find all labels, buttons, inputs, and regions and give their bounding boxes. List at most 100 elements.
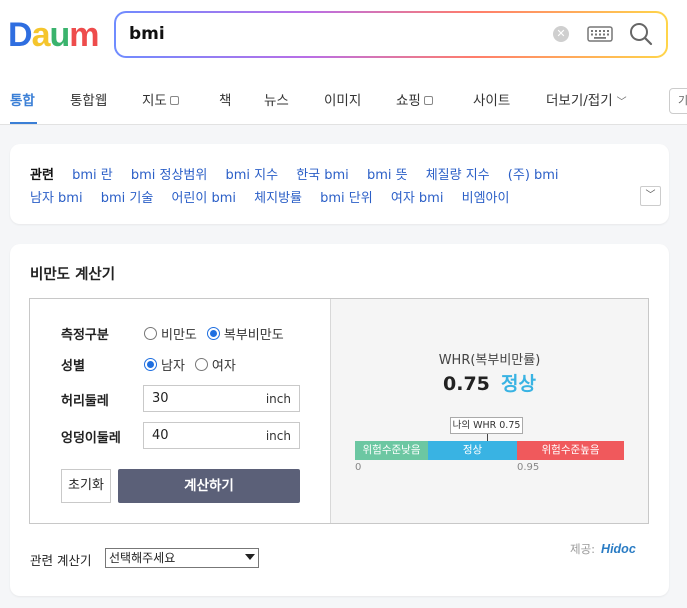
hip-field[interactable]: inch xyxy=(143,422,300,449)
hip-input[interactable] xyxy=(152,428,252,443)
related-link[interactable]: 어린이 bmi xyxy=(171,191,236,206)
radio-male[interactable]: 남자 xyxy=(144,355,185,374)
provider-label: 제공: xyxy=(570,542,596,556)
radio-circle-checked xyxy=(144,358,157,371)
related-link[interactable]: bmi 지수 xyxy=(225,168,278,183)
tab-map[interactable]: 지도 xyxy=(142,88,179,124)
expand-related-button[interactable]: ﹀ xyxy=(640,186,661,206)
radio-circle-checked xyxy=(206,327,220,340)
result-panel: WHR(복부비만률) 0.75 정상 나의 WHR 0.75 위험수준낮음 정상… xyxy=(331,299,648,523)
select-value: 선택해주세요 xyxy=(109,551,176,565)
segment-normal: 정상 xyxy=(428,441,517,460)
related-link[interactable]: 남자 bmi xyxy=(30,191,83,206)
related-link[interactable]: bmi 정상범위 xyxy=(131,168,208,183)
keyboard-icon[interactable] xyxy=(587,24,613,44)
radio-female[interactable]: 여자 xyxy=(194,355,236,374)
header: Daum ✕ 통합 통합웹 지도 책 뉴스 이미지 쇼핑 xyxy=(0,0,687,125)
related-link[interactable]: 한국 bmi xyxy=(296,168,349,183)
related-label: 관련 xyxy=(30,168,54,183)
tab-sites[interactable]: 사이트 xyxy=(473,88,510,124)
clear-icon[interactable]: ✕ xyxy=(553,26,569,42)
tab-filter-button[interactable]: 기 xyxy=(669,88,687,114)
related-link[interactable]: bmi 뜻 xyxy=(367,168,408,183)
unit-label: inch xyxy=(265,429,291,443)
tick-start: 0 xyxy=(355,462,362,473)
related-link[interactable]: bmi 란 xyxy=(72,168,113,183)
related-link[interactable]: bmi 단위 xyxy=(320,191,373,206)
segment-low-risk: 위험수준낮음 xyxy=(355,441,428,460)
hidoc-logo[interactable]: Hidoc xyxy=(601,542,636,556)
tab-label: 통합 xyxy=(10,93,35,109)
logo-letter: D xyxy=(8,16,33,54)
tab-label: 더보기/접기 xyxy=(546,93,613,109)
tab-news[interactable]: 뉴스 xyxy=(264,88,289,124)
segment-high-risk: 위험수준높음 xyxy=(517,441,624,460)
tab-more[interactable]: 더보기/접기 ﹀ xyxy=(546,88,627,124)
radio-label: 여자 xyxy=(211,359,236,374)
tab-images[interactable]: 이미지 xyxy=(324,88,361,124)
calculator-box: 측정구분 비만도 복부비만도 성별 남자 여자 허리둘레 inch 엉덩이둘레 … xyxy=(29,298,649,524)
related-calculator-select[interactable]: 선택해주세요 xyxy=(105,548,259,568)
whr-status: 정상 xyxy=(501,373,536,395)
reset-button[interactable]: 초기화 xyxy=(61,469,111,503)
related-row: 남자 bmi bmi 기술 어린이 bmi 체지방률 bmi 단위 여자 bmi… xyxy=(30,187,523,206)
search-icon[interactable] xyxy=(628,21,654,47)
related-link[interactable]: 체지방률 xyxy=(254,191,302,206)
related-calculator-label: 관련 계산기 xyxy=(30,553,92,568)
radio-circle xyxy=(194,358,208,371)
tab-label: 통합웹 xyxy=(70,93,108,109)
tick-end: 0.95 xyxy=(517,462,540,473)
hip-label: 엉덩이둘레 xyxy=(61,431,121,446)
search-input[interactable] xyxy=(129,20,529,48)
dropdown-arrow-icon xyxy=(245,554,255,560)
related-link[interactable]: 비엠아이 xyxy=(462,191,510,206)
tab-books[interactable]: 책 xyxy=(219,88,231,124)
chevron-down-icon: ﹀ xyxy=(645,190,656,201)
tab-label: 뉴스 xyxy=(264,93,289,109)
new-window-icon xyxy=(169,96,179,105)
whr-marker-label: 나의 WHR 0.75 xyxy=(450,417,523,434)
tab-label: 쇼핑 xyxy=(396,93,421,109)
measure-label: 측정구분 xyxy=(61,328,109,343)
gender-label: 성별 xyxy=(61,359,85,374)
daum-logo[interactable]: Daum xyxy=(8,16,100,54)
obesity-calculator: 비만도 계산기 측정구분 비만도 복부비만도 성별 남자 여자 허리둘레 inc… xyxy=(10,244,669,596)
whr-label: WHR(복부비만률) xyxy=(438,353,541,368)
new-window-icon xyxy=(423,96,433,105)
search-box-inner: ✕ xyxy=(116,13,666,56)
waist-field[interactable]: inch xyxy=(143,385,300,412)
whr-value: 0.75 xyxy=(443,373,490,395)
radio-label: 비만도 xyxy=(161,328,197,343)
provider-credit: 제공: Hidoc xyxy=(570,541,636,557)
calculator-form: 측정구분 비만도 복부비만도 성별 남자 여자 허리둘레 inch 엉덩이둘레 … xyxy=(30,299,331,523)
related-searches: 관련 bmi 란 bmi 정상범위 bmi 지수 한국 bmi bmi 뜻 체질… xyxy=(10,144,669,224)
logo-letter: u xyxy=(49,16,70,54)
waist-label: 허리둘레 xyxy=(61,394,109,409)
radio-circle xyxy=(144,327,157,340)
related-link[interactable]: (주) bmi xyxy=(508,168,559,183)
radio-label: 복부비만도 xyxy=(223,328,284,343)
search-tabs: 통합 통합웹 지도 책 뉴스 이미지 쇼핑 사이트 더보기/접기 ﹀ 기 xyxy=(0,88,687,124)
related-link[interactable]: 여자 bmi xyxy=(391,191,444,206)
logo-letter: m xyxy=(69,16,99,54)
tab-shopping[interactable]: 쇼핑 xyxy=(396,88,433,124)
related-link[interactable]: bmi 기술 xyxy=(101,191,154,206)
tab-label: 책 xyxy=(219,93,232,109)
tab-integrated[interactable]: 통합 xyxy=(10,88,37,124)
calculator-title: 비만도 계산기 xyxy=(30,267,116,283)
radio-obesity[interactable]: 비만도 xyxy=(144,324,197,343)
search-box: ✕ xyxy=(114,11,668,58)
tab-web[interactable]: 통합웹 xyxy=(70,88,107,124)
related-row: 관련 bmi 란 bmi 정상범위 bmi 지수 한국 bmi bmi 뜻 체질… xyxy=(30,164,573,183)
tab-label: 지도 xyxy=(142,93,167,109)
radio-abdominal-obesity[interactable]: 복부비만도 xyxy=(206,324,284,343)
radio-label: 남자 xyxy=(161,359,185,374)
tab-label: 이미지 xyxy=(324,93,362,109)
measure-radio-group: 비만도 복부비만도 xyxy=(144,324,294,343)
related-link[interactable]: 체질량 지수 xyxy=(426,168,490,183)
whr-result: 0.75 정상 xyxy=(331,369,648,396)
waist-input[interactable] xyxy=(152,391,252,406)
gender-radio-group: 남자 여자 xyxy=(144,355,246,374)
calculate-button[interactable]: 계산하기 xyxy=(118,469,300,503)
tab-label: 사이트 xyxy=(473,93,511,109)
